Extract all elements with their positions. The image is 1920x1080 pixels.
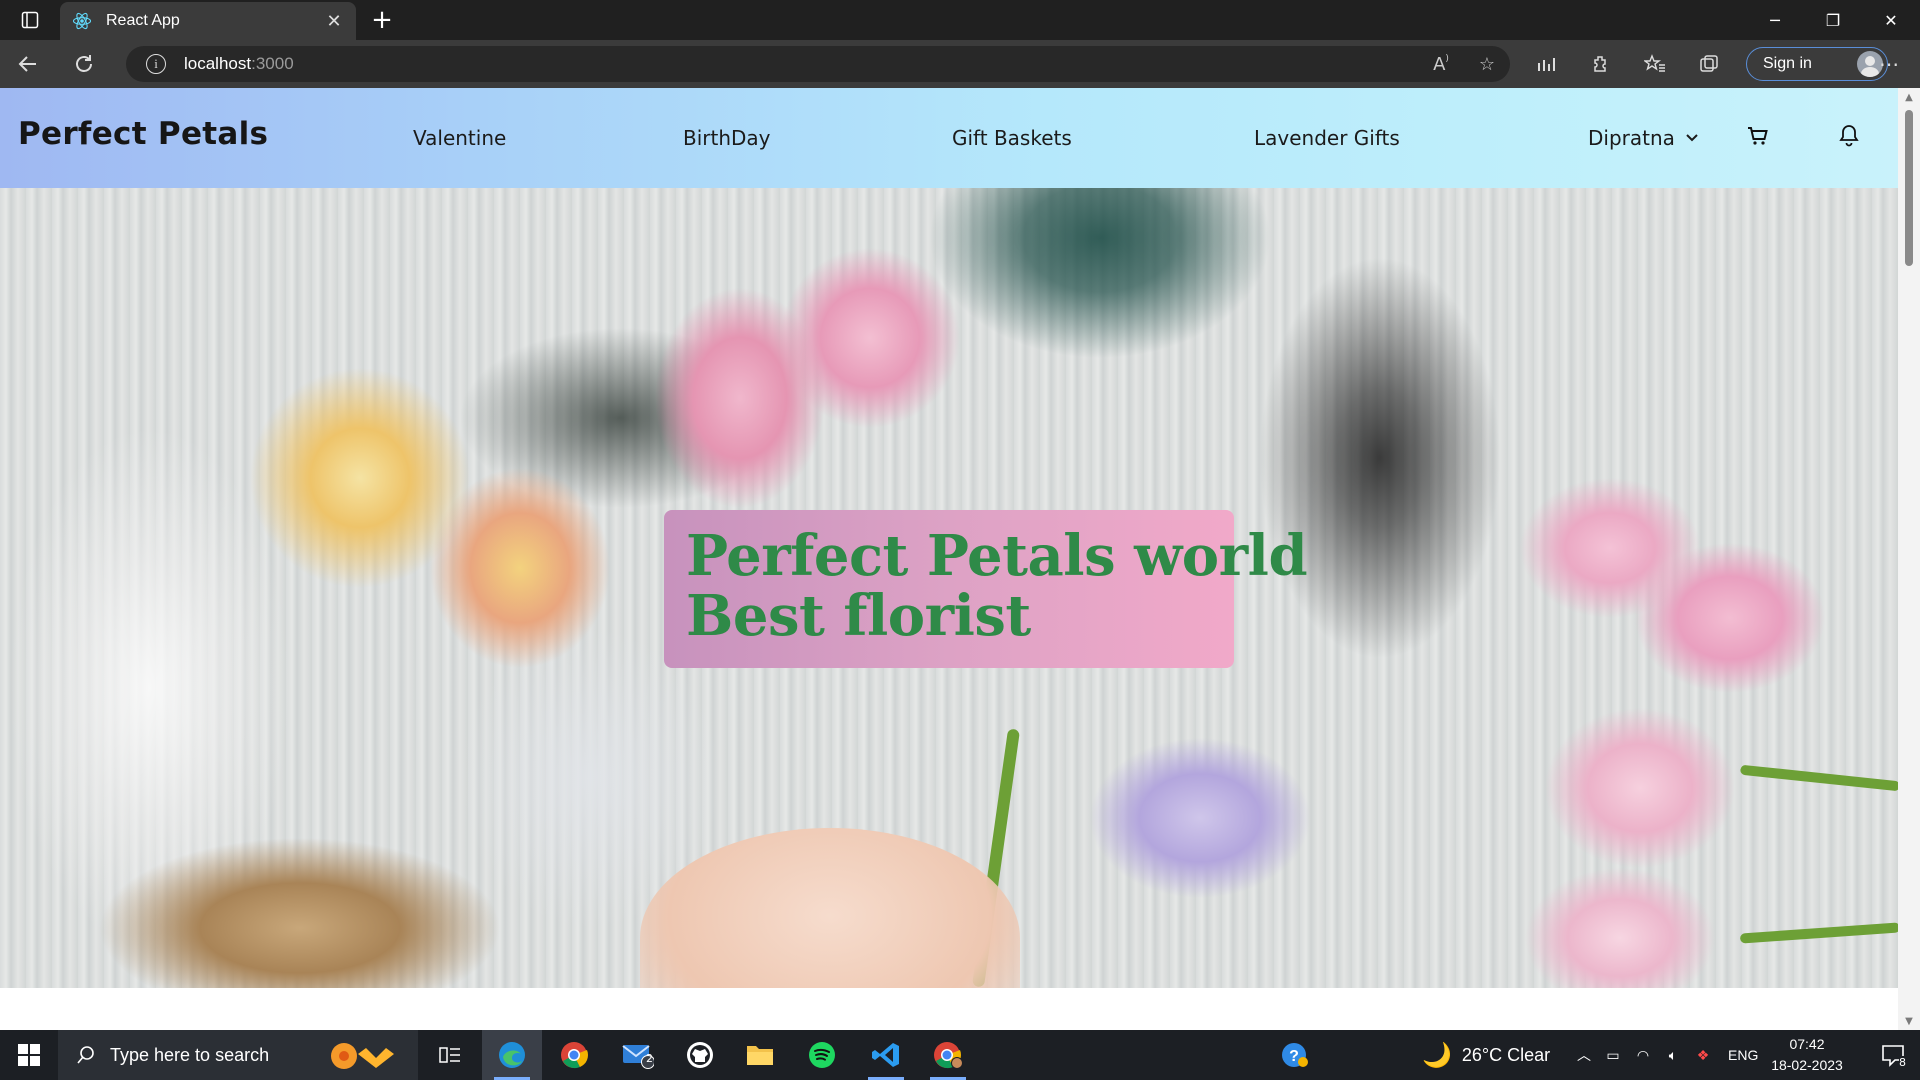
tab-close-icon[interactable]: ✕ — [324, 11, 344, 32]
moon-icon: 🌙 — [1422, 1041, 1452, 1069]
browser-titlebar: React App ✕ + ─ ❐ ✕ — [0, 0, 1920, 40]
language-indicator[interactable]: ENG — [1728, 1047, 1758, 1063]
clock-date: 18-02-2023 — [1771, 1057, 1843, 1073]
network-status-icon[interactable]: ▭ — [1598, 1047, 1628, 1064]
hero-image: Perfect Petals world Best florist — [0, 188, 1898, 988]
github-icon — [687, 1042, 713, 1068]
taskbar-vscode[interactable] — [856, 1030, 916, 1080]
url-host: localhost — [184, 54, 252, 73]
chrome-icon — [561, 1042, 588, 1069]
banner-line-2: Best florist — [686, 583, 1031, 649]
wifi-icon[interactable]: ◠ — [1628, 1047, 1658, 1064]
taskbar-clock[interactable]: 07:42 18-02-2023 — [1764, 1034, 1850, 1076]
edge-icon — [499, 1042, 525, 1068]
taskbar-github[interactable] — [670, 1030, 730, 1080]
show-hidden-icons-icon[interactable]: ︿ — [1570, 1045, 1598, 1065]
scrollbar-thumb[interactable] — [1905, 110, 1913, 266]
close-window-icon[interactable]: ✕ — [1862, 0, 1920, 40]
spotify-icon — [809, 1042, 835, 1068]
tulip-stem — [1739, 764, 1898, 792]
folder-icon — [747, 1046, 773, 1065]
scroll-up-icon[interactable]: ▲ — [1898, 88, 1920, 106]
site-navbar: Perfect Petals Valentine BirthDay Gift B… — [0, 88, 1898, 188]
scroll-down-icon[interactable]: ▼ — [1898, 1012, 1920, 1030]
weather-tray[interactable]: 🌙 26°C Clear — [1422, 1030, 1550, 1080]
tulip-stem — [1739, 922, 1898, 944]
notification-bell-icon[interactable] — [1838, 123, 1860, 151]
chevron-down-icon — [1686, 134, 1698, 142]
vscode-icon — [872, 1043, 899, 1067]
user-dropdown[interactable]: Dipratna — [1588, 126, 1699, 150]
cart-icon[interactable] — [1746, 124, 1770, 152]
windows-taskbar: Type here to search 2 ? 🌙 26°C Clear ︿ ▭… — [0, 1030, 1920, 1080]
flower-search-highlight-icon — [331, 1043, 394, 1069]
add-favorite-icon[interactable]: ☆ — [1464, 54, 1510, 75]
extensions-icon[interactable] — [1574, 54, 1628, 74]
task-view-icon — [439, 1047, 460, 1063]
reload-icon — [76, 55, 92, 72]
svg-text:?: ? — [1289, 1048, 1299, 1065]
hand-shape — [640, 828, 1020, 988]
nav-link-birthday[interactable]: BirthDay — [683, 126, 771, 150]
nav-link-lavender-gifts[interactable]: Lavender Gifts — [1254, 126, 1400, 150]
taskbar-edge[interactable] — [482, 1030, 542, 1080]
taskbar-spotify[interactable] — [792, 1030, 852, 1080]
notification-center-button[interactable]: 8 — [1866, 1030, 1920, 1080]
collections-icon[interactable] — [1682, 54, 1736, 74]
volume-icon[interactable]: 🔈︎ — [1658, 1047, 1688, 1064]
taskbar-chrome[interactable] — [544, 1030, 604, 1080]
taskbar-chrome-profile[interactable] — [918, 1030, 978, 1080]
react-icon — [72, 11, 92, 31]
nav-link-gift-baskets[interactable]: Gift Baskets — [952, 126, 1072, 150]
new-tab-button[interactable]: + — [366, 4, 398, 36]
help-tray[interactable]: ? — [1280, 1030, 1310, 1080]
address-bar-actions: A) ☆ — [1418, 46, 1510, 82]
sign-in-label: Sign in — [1763, 55, 1812, 72]
task-view-button[interactable] — [420, 1030, 480, 1080]
antivirus-icon[interactable]: ❖ — [1688, 1047, 1718, 1064]
url-text: localhost:3000 — [184, 54, 294, 74]
reload-button[interactable] — [56, 40, 112, 88]
taskbar-file-explorer[interactable] — [730, 1030, 790, 1080]
notification-count: 8 — [1899, 1056, 1906, 1069]
tab-actions-button[interactable] — [0, 0, 60, 40]
site-info-icon[interactable]: i — [146, 54, 166, 74]
tab-actions-icon — [21, 11, 39, 29]
read-aloud-icon[interactable]: A) — [1418, 54, 1464, 75]
taskbar-mail[interactable]: 2 — [608, 1030, 668, 1080]
chrome-profile-icon — [934, 1042, 963, 1069]
favorites-icon[interactable] — [1628, 54, 1682, 74]
tab-title: React App — [106, 12, 180, 29]
search-placeholder: Type here to search — [110, 1044, 270, 1065]
browser-toolbar: i localhost:3000 A) ☆ Sign in ⋯ — [0, 40, 1920, 88]
hero-banner: Perfect Petals world Best florist — [664, 510, 1308, 668]
start-button[interactable] — [0, 1030, 58, 1080]
taskbar-search[interactable]: Type here to search — [58, 1030, 418, 1080]
user-name: Dipratna — [1588, 126, 1675, 150]
system-tray: ︿ ▭ ◠ 🔈︎ ❖ ENG — [1570, 1030, 1758, 1080]
window-controls: ─ ❐ ✕ — [1746, 0, 1920, 40]
minimize-icon[interactable]: ─ — [1746, 0, 1804, 40]
browser-tab[interactable]: React App ✕ — [60, 2, 356, 40]
windows-logo-icon — [18, 1044, 40, 1066]
nav-link-valentine[interactable]: Valentine — [413, 126, 506, 150]
performance-icon[interactable] — [1520, 55, 1574, 73]
page-scrollbar[interactable]: ▲ ▼ — [1898, 88, 1920, 1030]
restore-icon[interactable]: ❐ — [1804, 0, 1862, 40]
url-port: :3000 — [251, 54, 294, 73]
site-brand[interactable]: Perfect Petals — [18, 116, 268, 152]
address-bar[interactable]: i localhost:3000 A) ☆ — [126, 46, 1510, 82]
mail-badge: 2 — [646, 1052, 653, 1065]
clock-time: 07:42 — [1789, 1036, 1825, 1052]
page-viewport: Perfect Petals Valentine BirthDay Gift B… — [0, 88, 1920, 1030]
search-icon — [77, 1046, 94, 1064]
banner-line-1: Perfect Petals world — [686, 523, 1308, 589]
help-icon: ? — [1282, 1043, 1308, 1067]
more-options-icon[interactable]: ⋯ — [1866, 40, 1912, 88]
browser-extensions — [1520, 40, 1736, 88]
weather-text: 26°C Clear — [1461, 1044, 1551, 1065]
back-arrow-icon — [18, 56, 36, 72]
back-button[interactable] — [0, 40, 56, 88]
